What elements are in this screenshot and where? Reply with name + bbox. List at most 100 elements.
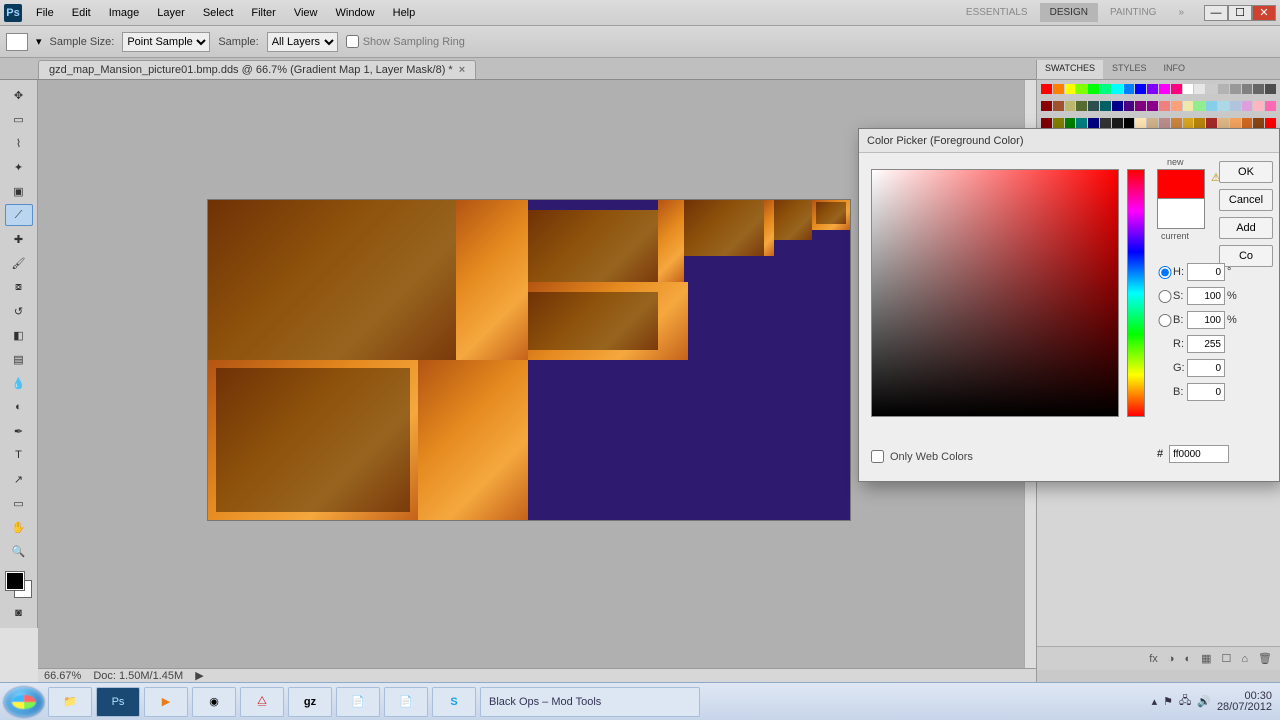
swatch[interactable]: [1171, 101, 1182, 111]
zoom-tool[interactable]: 🔍: [5, 540, 33, 562]
swatch[interactable]: [1112, 118, 1123, 128]
foreground-color-swatch[interactable]: [6, 572, 24, 590]
bl-input[interactable]: [1187, 383, 1225, 401]
eraser-tool[interactable]: ◧: [5, 324, 33, 346]
maximize-button[interactable]: ☐: [1228, 5, 1252, 21]
tray-flag-icon[interactable]: ⚑: [1163, 695, 1173, 708]
workspace-painting[interactable]: PAINTING: [1100, 3, 1166, 22]
quickmask-toggle[interactable]: ◙: [5, 602, 33, 624]
swatch[interactable]: [1206, 118, 1217, 128]
swatch[interactable]: [1100, 101, 1111, 111]
swatch[interactable]: [1065, 84, 1076, 94]
eyedropper-tool[interactable]: ⟋: [5, 204, 33, 226]
swatch[interactable]: [1041, 101, 1052, 111]
swatch[interactable]: [1253, 84, 1264, 94]
add-swatch-button[interactable]: Add: [1219, 217, 1273, 239]
gradient-tool[interactable]: ▤: [5, 348, 33, 370]
swatch[interactable]: [1242, 84, 1253, 94]
zoom-readout[interactable]: 66.67%: [44, 670, 81, 682]
swatch[interactable]: [1041, 118, 1052, 128]
link-layers-icon[interactable]: fx: [1149, 653, 1158, 665]
taskbar-notepad1-icon[interactable]: 📄: [336, 687, 380, 717]
swatch[interactable]: [1159, 118, 1170, 128]
group-icon[interactable]: ☐: [1222, 652, 1232, 665]
s-radio[interactable]: [1157, 290, 1173, 303]
blur-tool[interactable]: 💧: [5, 372, 33, 394]
swatch[interactable]: [1265, 84, 1276, 94]
swatch[interactable]: [1171, 84, 1182, 94]
swatch[interactable]: [1100, 84, 1111, 94]
show-sampling-ring[interactable]: Show Sampling Ring: [346, 35, 465, 48]
taskbar-running-window[interactable]: Black Ops – Mod Tools: [480, 687, 700, 717]
b-radio[interactable]: [1157, 314, 1173, 327]
s-input[interactable]: [1187, 287, 1225, 305]
swatch[interactable]: [1253, 101, 1264, 111]
swatch[interactable]: [1171, 118, 1182, 128]
color-picker-title[interactable]: Color Picker (Foreground Color): [859, 129, 1279, 153]
wand-tool[interactable]: ✦: [5, 156, 33, 178]
swatch[interactable]: [1053, 101, 1064, 111]
swatch[interactable]: [1135, 84, 1146, 94]
lasso-tool[interactable]: ⌇: [5, 132, 33, 154]
tab-swatches[interactable]: SWATCHES: [1037, 60, 1103, 79]
workspace-design[interactable]: DESIGN: [1040, 3, 1098, 22]
layer-style-icon[interactable]: ◑: [1168, 653, 1175, 665]
swatch[interactable]: [1053, 118, 1064, 128]
swatch[interactable]: [1135, 118, 1146, 128]
tray-clock[interactable]: 00:30 28/07/2012: [1217, 691, 1272, 713]
r-input[interactable]: [1187, 335, 1225, 353]
minimize-button[interactable]: —: [1204, 5, 1228, 21]
swatch[interactable]: [1076, 118, 1087, 128]
only-web-colors[interactable]: Only Web Colors: [871, 450, 973, 463]
taskbar-chrome-icon[interactable]: ◉: [192, 687, 236, 717]
saturation-value-field[interactable]: [871, 169, 1119, 417]
marquee-tool[interactable]: ▭: [5, 108, 33, 130]
ok-button[interactable]: OK: [1219, 161, 1273, 183]
swatch[interactable]: [1218, 101, 1229, 111]
healing-tool[interactable]: ✚: [5, 228, 33, 250]
swatch[interactable]: [1183, 84, 1194, 94]
type-tool[interactable]: T: [5, 444, 33, 466]
swatch[interactable]: [1088, 84, 1099, 94]
current-color-swatch[interactable]: [1157, 199, 1205, 229]
swatch[interactable]: [1124, 118, 1135, 128]
swatch[interactable]: [1147, 101, 1158, 111]
taskbar-gz-icon[interactable]: gz: [288, 687, 332, 717]
swatch[interactable]: [1265, 101, 1276, 111]
layers-panel-body[interactable]: [1037, 466, 1280, 646]
swatch[interactable]: [1147, 84, 1158, 94]
swatch[interactable]: [1206, 84, 1217, 94]
swatch[interactable]: [1206, 101, 1217, 111]
swatch[interactable]: [1112, 101, 1123, 111]
only-web-colors-check[interactable]: [871, 450, 884, 463]
menu-filter[interactable]: Filter: [243, 3, 283, 23]
tab-styles[interactable]: STYLES: [1104, 60, 1155, 79]
swatch[interactable]: [1088, 101, 1099, 111]
swatch[interactable]: [1194, 118, 1205, 128]
swatch[interactable]: [1065, 118, 1076, 128]
hex-input[interactable]: [1169, 445, 1229, 463]
swatch[interactable]: [1088, 118, 1099, 128]
swatch[interactable]: [1253, 118, 1264, 128]
swatch[interactable]: [1124, 84, 1135, 94]
menu-file[interactable]: File: [28, 3, 62, 23]
menu-image[interactable]: Image: [101, 3, 148, 23]
move-tool[interactable]: ✥: [5, 84, 33, 106]
swatch[interactable]: [1112, 84, 1123, 94]
foreground-background-colors[interactable]: [4, 570, 34, 600]
menu-edit[interactable]: Edit: [64, 3, 99, 23]
close-button[interactable]: ✕: [1252, 5, 1276, 21]
swatch[interactable]: [1194, 101, 1205, 111]
swatch[interactable]: [1194, 84, 1205, 94]
taskbar-skype-icon[interactable]: S: [432, 687, 476, 717]
cancel-button[interactable]: Cancel: [1219, 189, 1273, 211]
document-tab[interactable]: gzd_map_Mansion_picture01.bmp.dds @ 66.7…: [38, 60, 476, 79]
menu-select[interactable]: Select: [195, 3, 242, 23]
menu-layer[interactable]: Layer: [149, 3, 193, 23]
tool-preset-icon[interactable]: [6, 33, 28, 51]
swatch[interactable]: [1041, 84, 1052, 94]
tray-up-icon[interactable]: ▴: [1152, 695, 1158, 708]
trash-icon[interactable]: 🗑: [1258, 652, 1272, 665]
swatch[interactable]: [1183, 118, 1194, 128]
h-input[interactable]: [1187, 263, 1225, 281]
